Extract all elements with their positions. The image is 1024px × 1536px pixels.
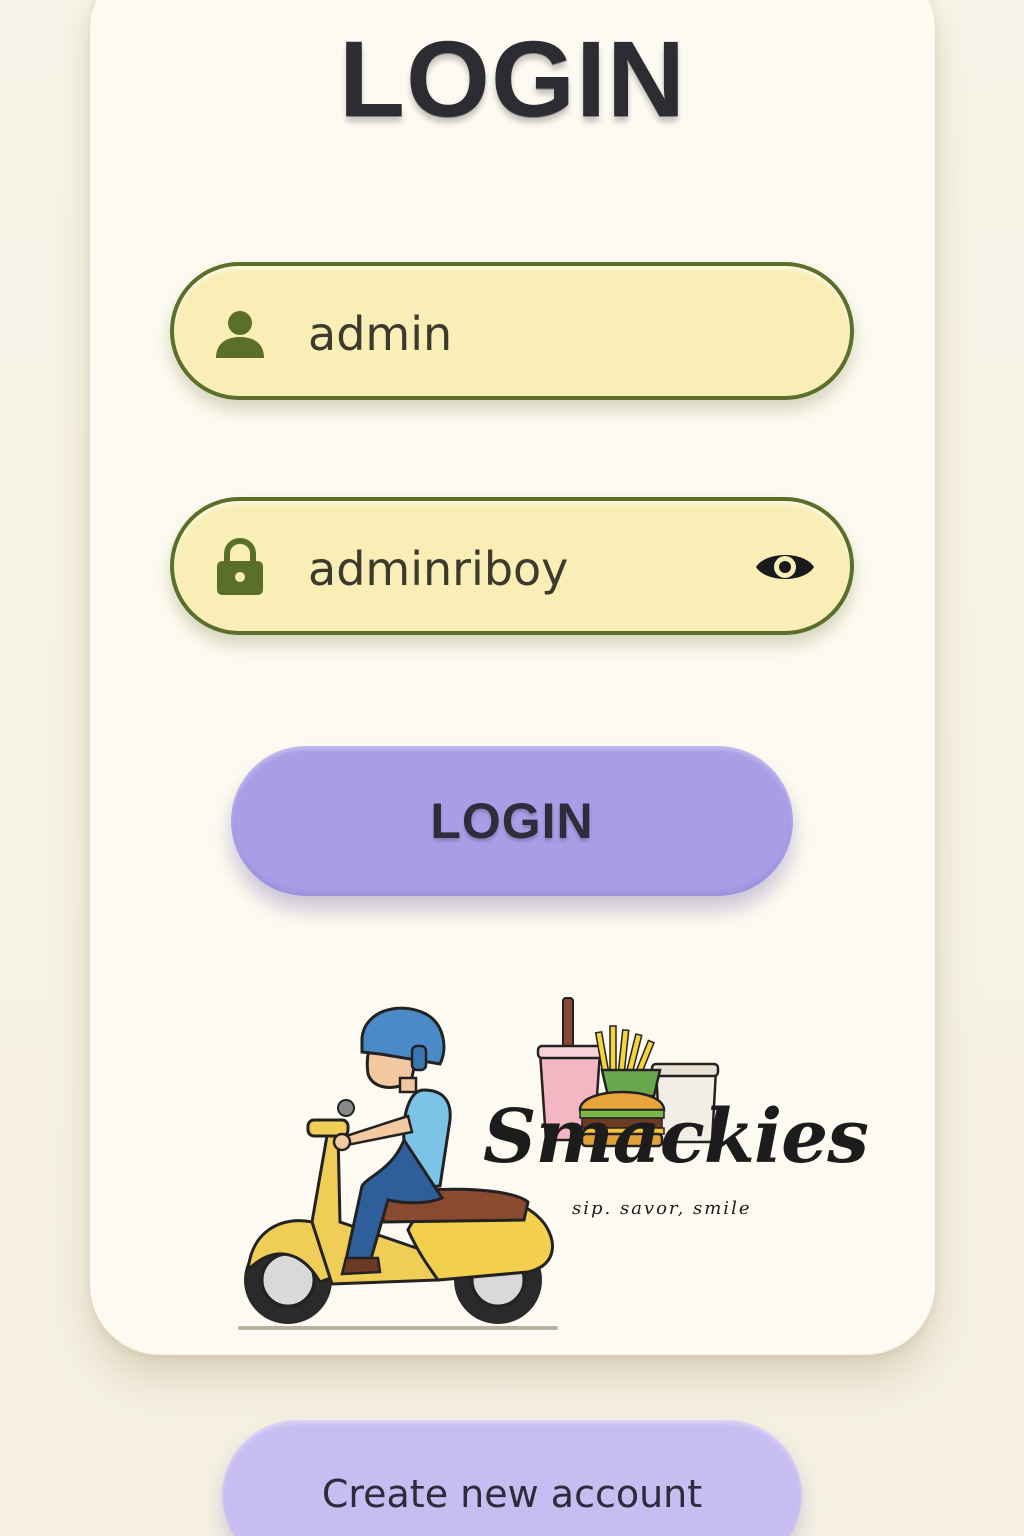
login-button[interactable]: LOGIN [231,746,793,896]
create-account-label: Create new account [321,1472,703,1516]
username-field[interactable]: admin [170,262,854,400]
lock-icon [217,537,263,595]
brand-name: Smackies [483,1094,869,1180]
password-value[interactable]: adminriboy [308,541,568,597]
create-account-button[interactable]: Create new account [222,1420,802,1536]
eye-icon[interactable] [754,545,816,589]
brand-tagline: sip. savor, smile [572,1198,752,1219]
user-icon [216,311,264,358]
login-page: LOGIN admin adminriboy LOGIN Smackies si… [0,0,1024,1536]
username-value[interactable]: admin [308,306,452,362]
login-button-label: LOGIN [430,793,594,849]
page-title: LOGIN [339,18,686,139]
password-field[interactable]: adminriboy [170,497,854,635]
